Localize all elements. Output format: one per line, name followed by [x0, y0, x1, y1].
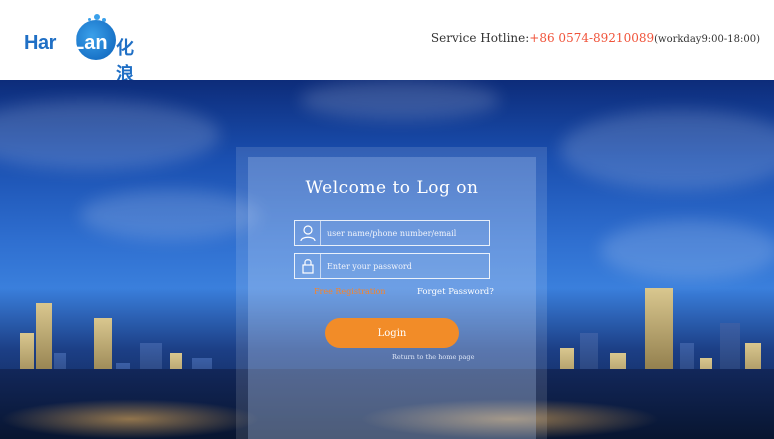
hotline-number: +86 0574-89210089 — [529, 31, 655, 45]
cloud — [300, 80, 500, 120]
login-button[interactable]: Login — [325, 318, 459, 348]
forget-password-link[interactable]: Forget Password? — [417, 287, 494, 297]
cloud — [0, 100, 220, 170]
service-hotline: Service Hotline:+86 0574-89210089(workda… — [431, 31, 760, 45]
username-input[interactable] — [327, 225, 485, 241]
lock-icon — [295, 254, 321, 278]
cloud — [80, 190, 260, 240]
cloud — [560, 110, 774, 190]
return-home-link[interactable]: Return to the home page — [392, 353, 474, 361]
login-panel — [248, 157, 536, 439]
logo-text-har: Har — [24, 32, 56, 54]
harlan-logo[interactable]: Har Lan 化浪 — [24, 14, 136, 85]
cloud — [600, 220, 774, 280]
logo-text-cn: 化浪 — [116, 38, 134, 85]
hotline-label: Service Hotline: — [430, 31, 530, 45]
user-icon — [295, 221, 321, 245]
logo-text-lan: Lan — [72, 32, 108, 54]
free-registration-link[interactable]: Free Registration — [314, 287, 385, 296]
login-title: Welcome to Log on — [305, 178, 479, 198]
password-input[interactable] — [327, 258, 485, 274]
hotline-hours: (workday9:00-18:00) — [654, 34, 760, 45]
username-field[interactable] — [294, 220, 490, 246]
password-field[interactable] — [294, 253, 490, 279]
header: Har Lan 化浪 Service Hotline:+86 0574-8921… — [0, 0, 774, 85]
city-lights — [0, 399, 260, 439]
